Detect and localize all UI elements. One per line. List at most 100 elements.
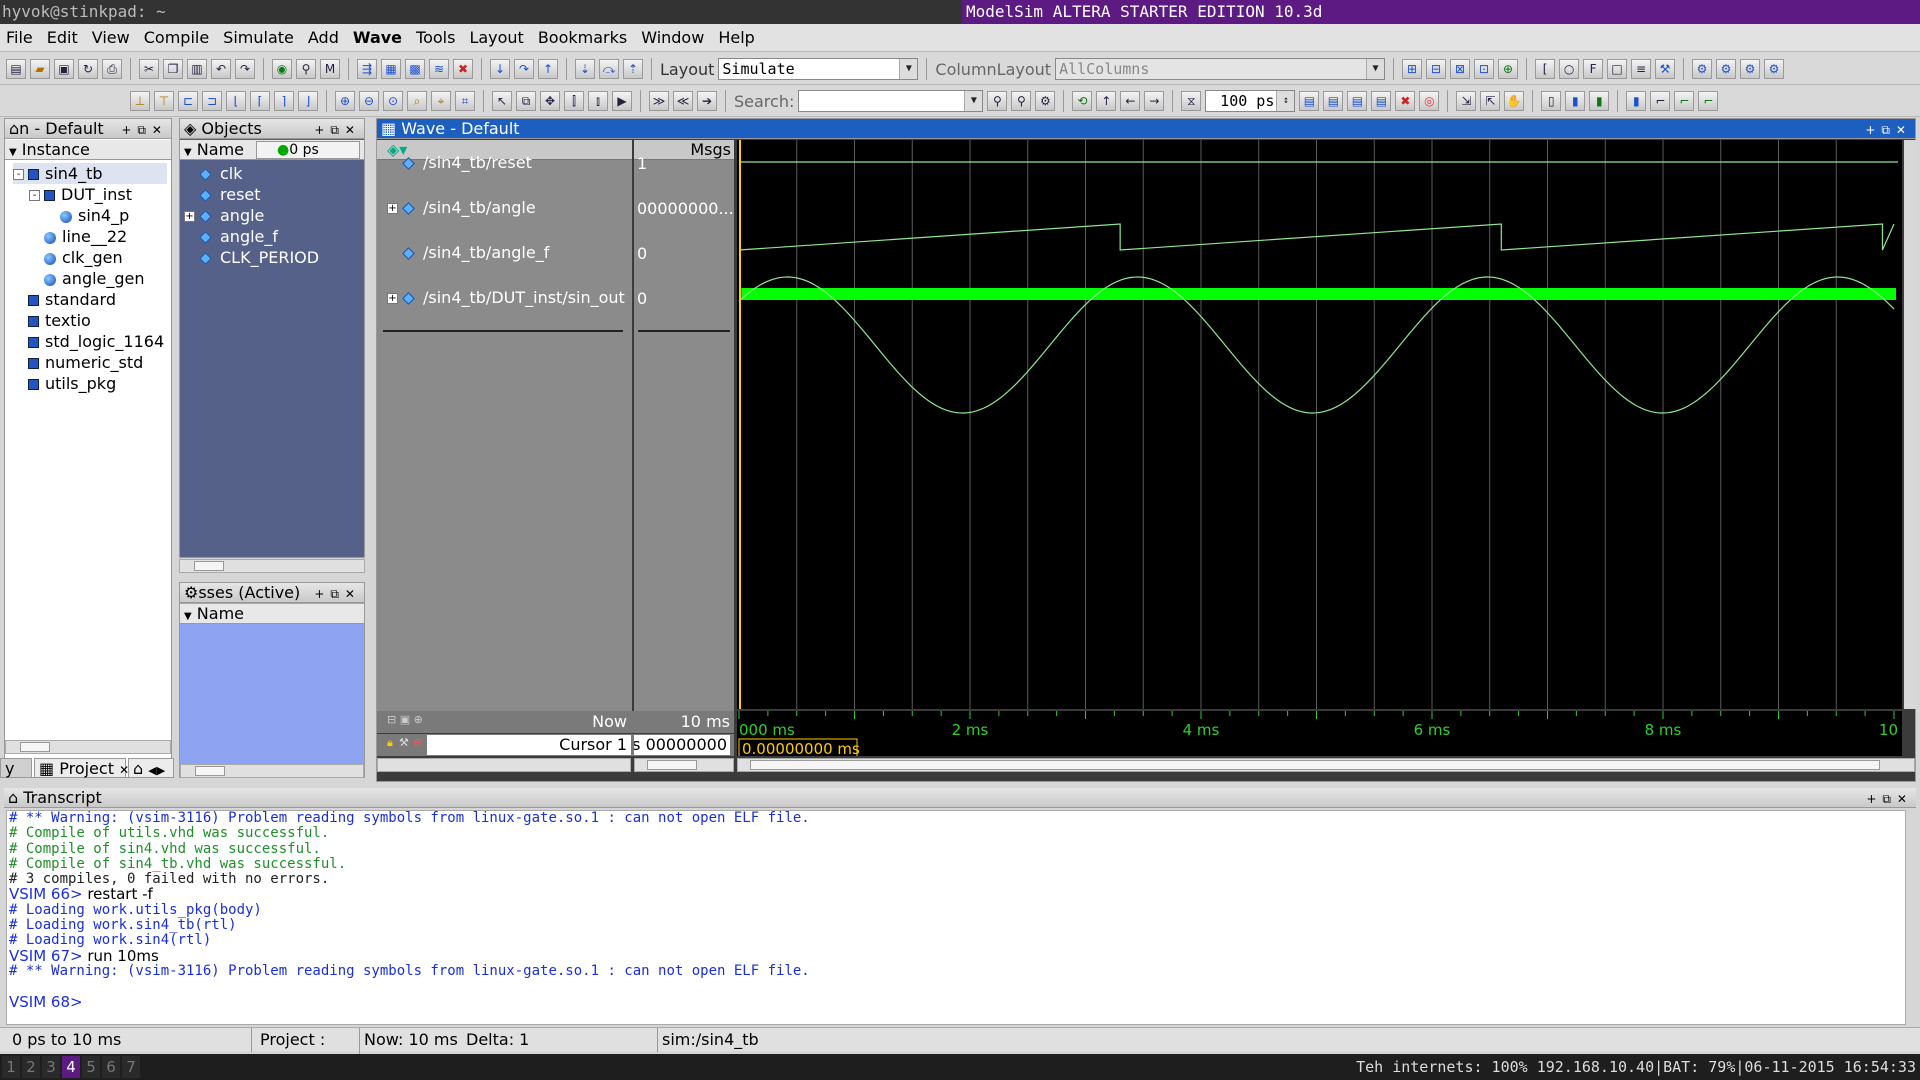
step-out-icon[interactable]: ↑ — [538, 59, 558, 79]
zoom-range-icon[interactable]: ⌖ — [431, 91, 451, 111]
timeline-ruler[interactable]: 000 ms 2 ms 4 ms 6 ms 8 ms 10 0.00000000 ms — [737, 711, 1902, 758]
instance-item[interactable]: std_logic_1164 — [13, 331, 164, 352]
step-out-back-icon[interactable]: ⇡ — [623, 59, 643, 79]
instance-item[interactable]: sin4_p — [45, 205, 129, 226]
instance-item[interactable]: angle_gen — [29, 268, 145, 289]
step-over-sim-icon[interactable]: ⇱ — [1480, 91, 1501, 111]
open-folder-icon[interactable]: ▰ — [30, 59, 50, 79]
scroll-thumb[interactable] — [194, 561, 224, 571]
signal-row[interactable]: /sin4_tb/angle_f — [387, 242, 549, 264]
zoom-out-icon[interactable]: ⊖ — [359, 91, 379, 111]
panel-window-buttons[interactable]: +⧉✕ — [1866, 790, 1913, 807]
bookmark-add-icon[interactable]: ⊥ — [130, 91, 150, 111]
time-filter[interactable]: ●0 ps — [256, 141, 360, 159]
bookmark-remove-icon[interactable]: ⊤ — [154, 91, 174, 111]
menu-layout[interactable]: Layout — [469, 28, 523, 47]
circle-icon[interactable]: ○ — [1559, 59, 1580, 79]
zoom-area-icon[interactable]: ⌗ — [455, 91, 475, 111]
edge-any-icon[interactable]: ⌉ — [274, 91, 294, 111]
object-item[interactable]: reset — [184, 184, 261, 205]
gear-icon[interactable]: ⚙ — [1764, 59, 1785, 79]
signal-row[interactable]: /sin4_tb/reset — [387, 152, 532, 174]
now-row-icons[interactable]: ⊟ ▣ ⊕ — [387, 713, 423, 726]
object-item[interactable]: CLK_PERIOD — [184, 247, 319, 268]
search-input[interactable]: ▼ — [798, 90, 984, 112]
instance-hscrollbar[interactable] — [5, 740, 171, 754]
save-icon[interactable]: ▣ — [54, 59, 74, 79]
layout-c-icon[interactable]: ▮ — [1589, 91, 1610, 111]
break-icon[interactable]: ▩ — [405, 59, 425, 79]
menu-wave[interactable]: Wave — [353, 28, 402, 47]
pan-mode-icon[interactable]: ✥ — [540, 91, 560, 111]
up-arrow-icon[interactable]: ↑ — [1096, 91, 1117, 111]
instance-item[interactable]: line__22 — [29, 226, 127, 247]
menu-bookmarks[interactable]: Bookmarks — [538, 28, 627, 47]
add-log-icon[interactable]: ⊠ — [1450, 59, 1471, 79]
menu-view[interactable]: View — [92, 28, 130, 47]
zoom-in-icon[interactable]: ⊕ — [335, 91, 355, 111]
layout-f-icon[interactable]: ⌐ — [1674, 91, 1695, 111]
object-item[interactable]: clk — [184, 163, 243, 184]
instance-item[interactable]: numeric_std — [13, 352, 143, 373]
add-dataflow-icon[interactable]: ⊡ — [1474, 59, 1495, 79]
menu-add[interactable]: Add — [308, 28, 339, 47]
scroll-thumb[interactable] — [647, 760, 697, 770]
menu-file[interactable]: File — [6, 28, 33, 47]
wave-format2-icon[interactable]: ≪ — [673, 91, 693, 111]
menu-simulate[interactable]: Simulate — [223, 28, 294, 47]
run-all-icon[interactable]: ▤ — [1347, 91, 1368, 111]
tab-sim[interactable]: ⌂ ◀▶ — [128, 758, 174, 778]
select-mode-icon[interactable]: ↖ — [492, 91, 512, 111]
compile-icon[interactable]: ◉ — [272, 59, 292, 79]
signal-row[interactable]: + /sin4_tb/DUT_inst/sin_out — [387, 287, 625, 309]
menu-tools[interactable]: Tools — [416, 28, 455, 47]
cursor-label[interactable]: Cursor 1 — [427, 735, 631, 755]
search-icon[interactable]: ⚲ — [987, 91, 1008, 111]
object-item[interactable]: angle_f — [184, 226, 278, 247]
find-icon[interactable]: ⚲ — [296, 59, 316, 79]
workspace-button[interactable]: 5 — [82, 1056, 100, 1078]
all-icon[interactable]: ≡ — [1631, 59, 1652, 79]
gear-icon[interactable]: ⚙ — [1692, 59, 1713, 79]
menu-help[interactable]: Help — [718, 28, 754, 47]
workspace-button[interactable]: 1 — [2, 1056, 20, 1078]
search-next-icon[interactable]: ⚲ — [1011, 91, 1032, 111]
cut-icon[interactable]: ✂ — [139, 59, 159, 79]
edge-next-icon[interactable]: ⊐ — [202, 91, 222, 111]
workspace-button[interactable]: 3 — [42, 1056, 60, 1078]
expand-icon[interactable]: + — [184, 211, 195, 222]
copy-icon[interactable]: ❐ — [163, 59, 183, 79]
fsm-icon[interactable]: F — [1583, 59, 1604, 79]
wave-arrow-icon[interactable]: ➔ — [697, 91, 717, 111]
right-arrow-icon[interactable]: → — [1144, 91, 1165, 111]
waveform-area[interactable] — [737, 140, 1902, 709]
wave-vscrollbar[interactable] — [1904, 140, 1916, 709]
hand-icon[interactable]: ✋ — [1504, 91, 1525, 111]
add-wave-icon[interactable]: ⊞ — [1402, 59, 1423, 79]
left-arrow-icon[interactable]: ← — [1120, 91, 1141, 111]
objects-column-header[interactable]: ▼ Name ●0 ps — [180, 140, 364, 160]
wave-format-icon[interactable]: ≫ — [649, 91, 669, 111]
layout-select[interactable]: Simulate ▼ — [718, 58, 919, 80]
step-back-icon[interactable]: ⇣ — [575, 59, 595, 79]
wrench-icon[interactable]: ⚒ — [1655, 59, 1676, 79]
signal-row[interactable]: + /sin4_tb/angle — [387, 197, 536, 219]
continue-icon[interactable]: ▤ — [1323, 91, 1344, 111]
names-hscrollbar[interactable] — [377, 758, 631, 772]
step-into-icon[interactable]: ↓ — [490, 59, 510, 79]
collapse-icon[interactable]: - — [13, 169, 24, 180]
menu-edit[interactable]: Edit — [47, 28, 78, 47]
layout-d-icon[interactable]: ▮ — [1626, 91, 1647, 111]
run-length-input[interactable]: 100 ps ↕ — [1205, 90, 1296, 112]
workspace-button[interactable]: 4 — [62, 1056, 80, 1078]
measure-icon[interactable]: ⫿ — [564, 91, 584, 111]
instance-column-header[interactable]: ▼ Instance — [5, 140, 171, 160]
workspace-button[interactable]: 2 — [22, 1056, 40, 1078]
cursor-lock-icon[interactable]: 🔒︎ — [387, 736, 393, 750]
reload-icon[interactable]: ↻ — [78, 59, 98, 79]
remove-cursor-icon[interactable]: ⊖ — [413, 736, 422, 749]
instance-item[interactable]: - DUT_inst — [29, 184, 132, 205]
search-options-icon[interactable]: ⚙ — [1035, 91, 1056, 111]
waveform-canvas[interactable] — [737, 140, 1902, 709]
falling-edge-icon[interactable]: ⌊ — [226, 91, 246, 111]
